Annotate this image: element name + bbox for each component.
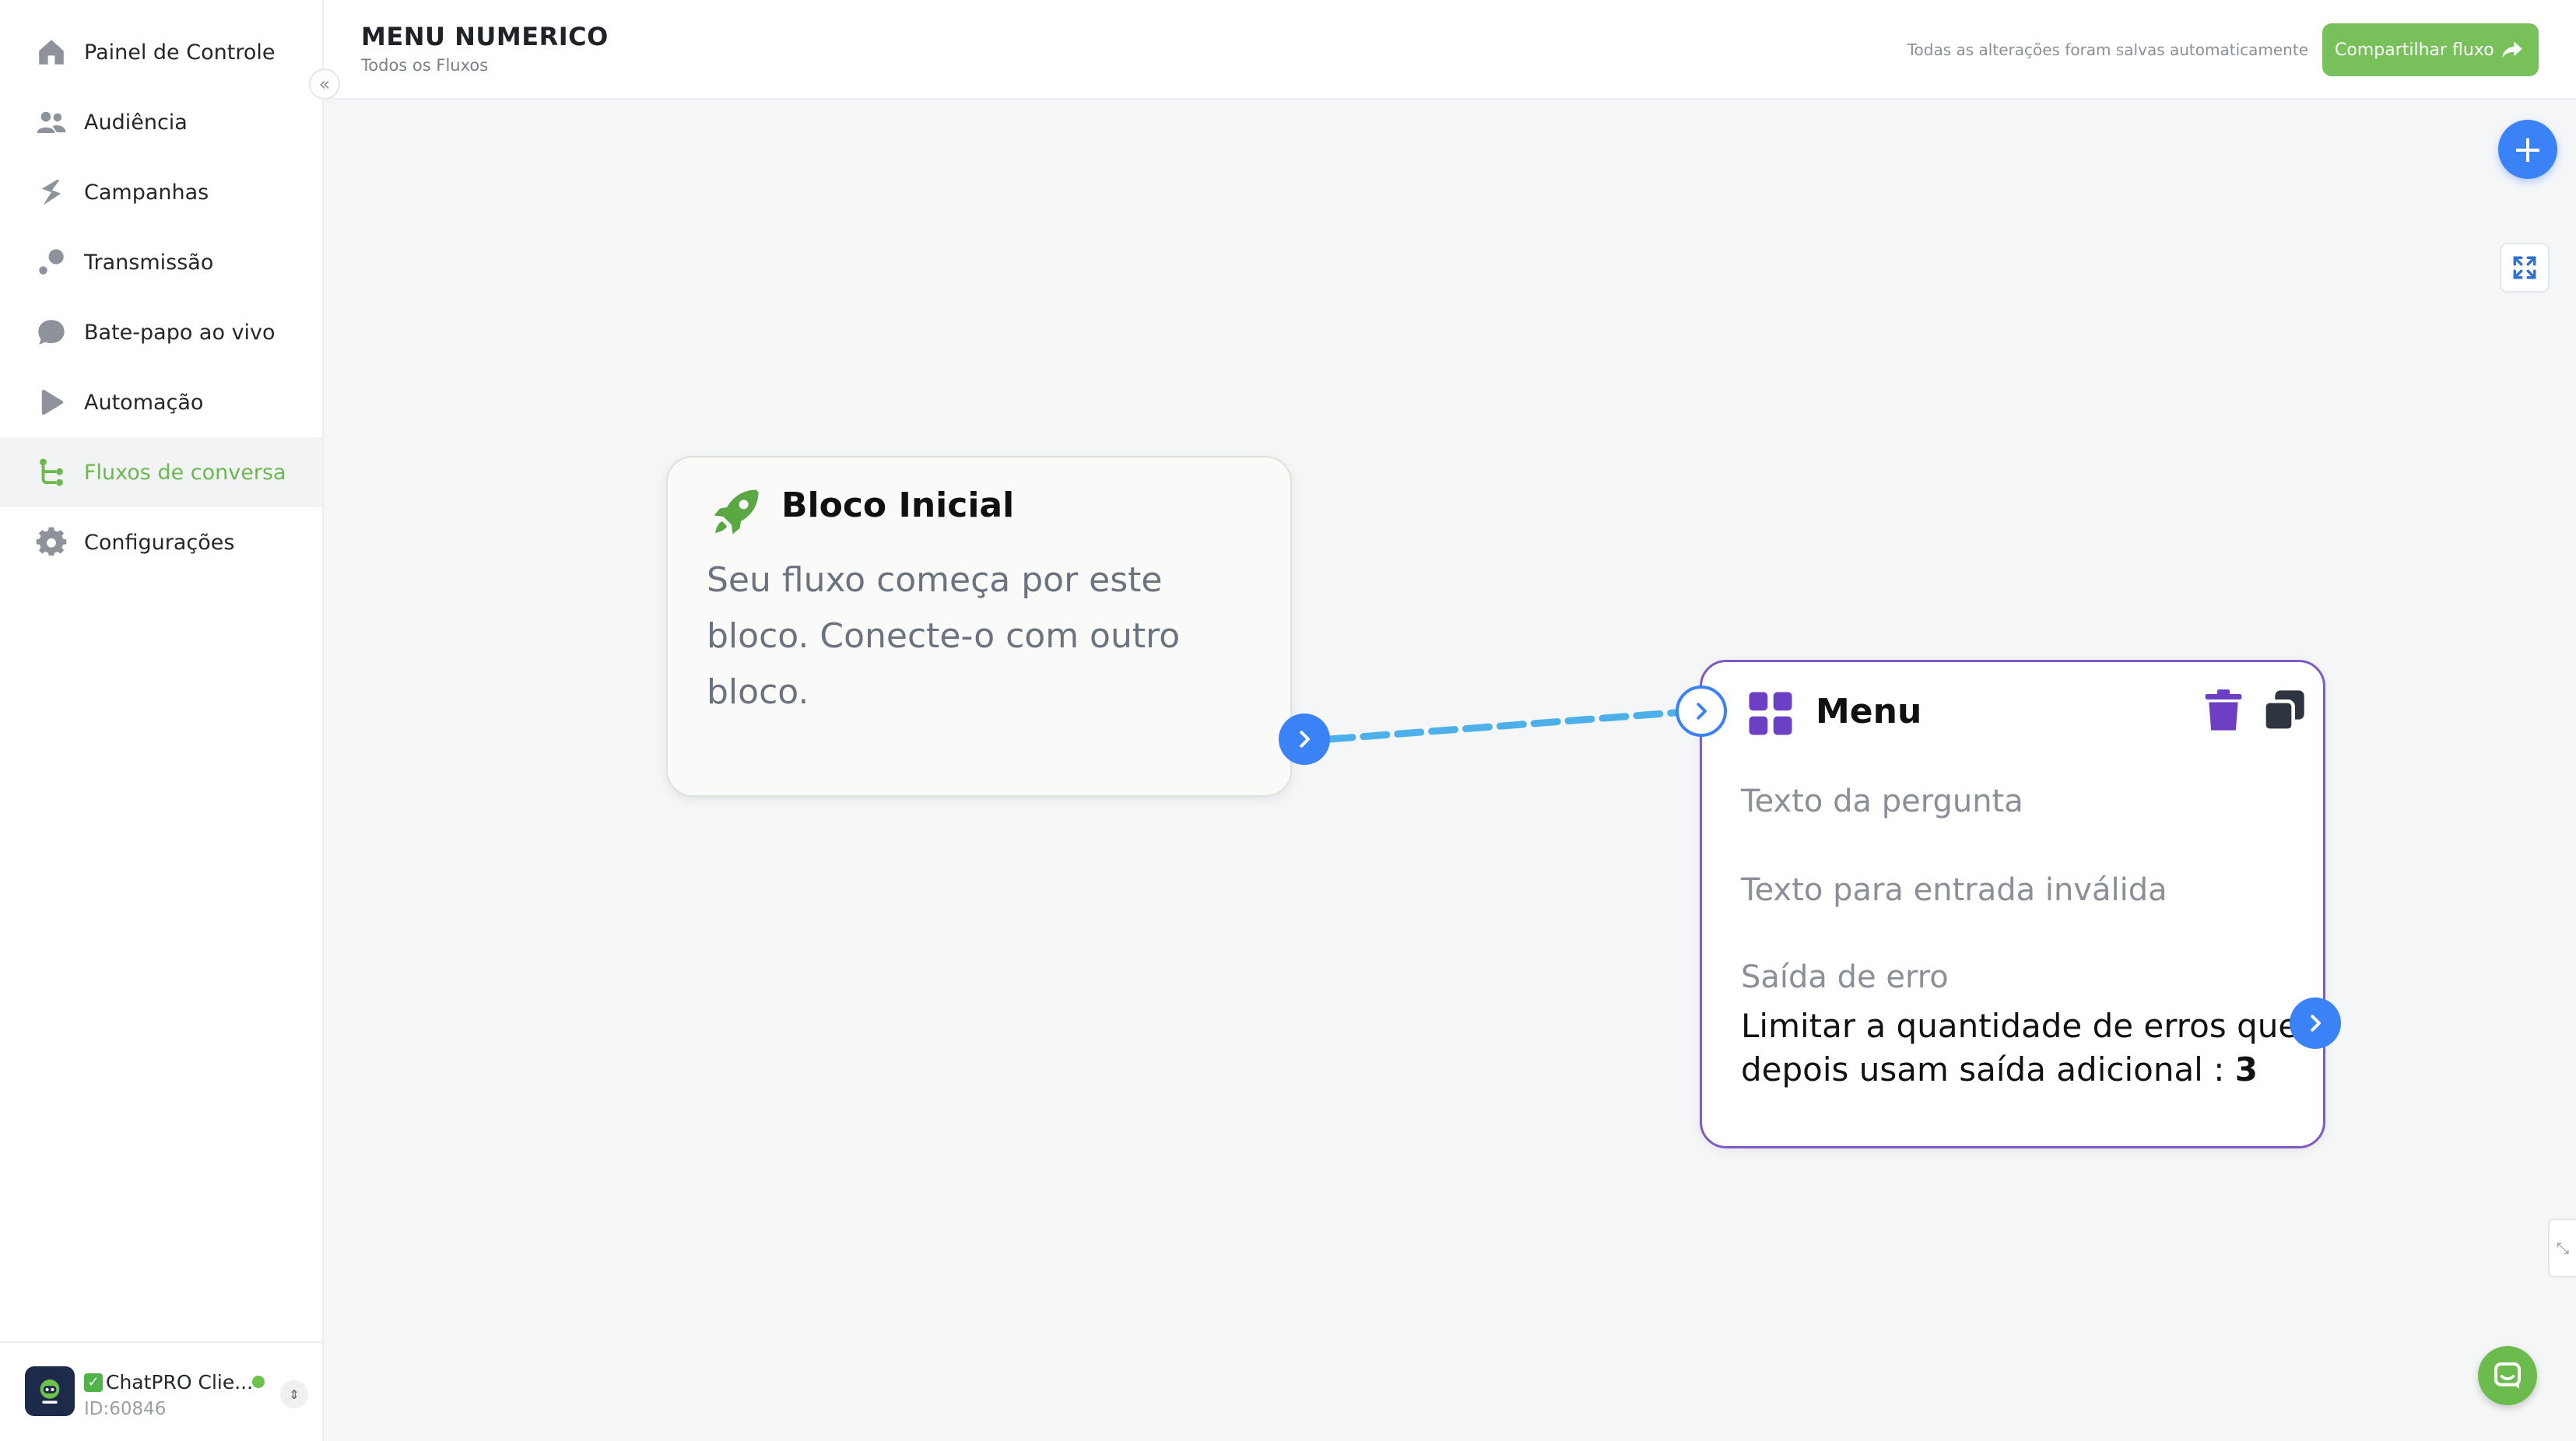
start-block-description: Seu fluxo começa por este bloco. Conecte… xyxy=(707,560,1181,712)
sidebar-collapse-button[interactable]: « xyxy=(309,68,340,100)
question-text-field[interactable]: Texto da pergunta xyxy=(1741,784,2023,819)
side-panel-toggle[interactable]: ⤡ xyxy=(2548,1218,2576,1278)
start-block[interactable]: Bloco Inicial Seu fluxo começa por este … xyxy=(666,456,1292,797)
verified-check-icon: ✓ xyxy=(84,1373,103,1392)
gear-icon xyxy=(34,525,68,559)
error-limit-description: Limitar a quantidade de erros que depois… xyxy=(1741,1007,2299,1089)
menu-block-error-output-port[interactable] xyxy=(2290,997,2341,1049)
sidebar-item-label: Campanhas xyxy=(84,180,209,205)
campaign-icon xyxy=(34,175,68,209)
share-arrow-icon xyxy=(2502,41,2522,58)
account-id: ID:60846 xyxy=(84,1399,167,1419)
broadcast-icon xyxy=(34,245,68,279)
chat-widget-icon xyxy=(2494,1362,2521,1389)
home-icon xyxy=(34,35,68,69)
automation-icon xyxy=(34,385,68,419)
sidebar-item-settings[interactable]: Configurações xyxy=(0,507,322,577)
support-chat-button[interactable] xyxy=(2478,1346,2537,1405)
menu-block-title: Menu xyxy=(1816,692,1922,731)
error-limit-text: Limitar a quantidade de erros que depois… xyxy=(1741,1004,2301,1092)
rocket-icon xyxy=(714,489,759,535)
menu-block-input-port[interactable] xyxy=(1676,685,1727,737)
chevron-right-icon xyxy=(1300,731,1310,748)
sidebar-item-label: Configurações xyxy=(84,530,235,555)
robot-logo-icon xyxy=(40,1379,60,1404)
error-exit-label: Saída de erro xyxy=(1741,959,1949,995)
fit-view-button[interactable] xyxy=(2500,243,2550,293)
start-block-output-port[interactable] xyxy=(1279,713,1330,765)
chevron-right-icon xyxy=(2311,1015,2321,1032)
sidebar-item-campaigns[interactable]: Campanhas xyxy=(0,157,322,227)
trash-icon[interactable] xyxy=(2203,689,2244,732)
users-icon xyxy=(34,105,68,139)
start-block-title: Bloco Inicial xyxy=(781,486,1015,525)
sidebar-item-automation[interactable]: Automação xyxy=(0,367,322,437)
account-name-text: ChatPRO Clie... xyxy=(106,1371,254,1394)
share-flow-label: Compartilhar fluxo xyxy=(2335,40,2494,60)
flow-icon xyxy=(34,455,68,489)
chat-icon xyxy=(34,315,68,349)
breadcrumb[interactable]: Todos os Fluxos xyxy=(361,56,488,75)
sidebar-item-label: Automação xyxy=(84,390,204,415)
sidebar-item-label: Painel de Controle xyxy=(84,40,275,65)
share-flow-button[interactable]: Compartilhar fluxo xyxy=(2322,23,2539,76)
add-block-button[interactable]: + xyxy=(2498,120,2557,179)
page-title: MENU NUMERICO xyxy=(361,22,609,51)
account-switcher[interactable]: ✓ ChatPRO Clie... ID:60846 ⇕ xyxy=(0,1341,322,1441)
sidebar-item-conversation-flows[interactable]: Fluxos de conversa xyxy=(0,437,322,507)
autosave-status: Todas as alterações foram salvas automat… xyxy=(1907,40,2308,59)
duplicate-icon[interactable] xyxy=(2262,689,2306,732)
account-name: ✓ ChatPRO Clie... xyxy=(84,1371,253,1394)
sidebar-item-label: Audiência xyxy=(84,110,188,135)
online-status-dot xyxy=(252,1376,265,1388)
avatar xyxy=(25,1366,75,1416)
invalid-input-text-field[interactable]: Texto para entrada inválida xyxy=(1741,872,2167,908)
sidebar-item-label: Bate-papo ao vivo xyxy=(84,320,275,345)
grid-menu-icon xyxy=(1749,692,1792,735)
menu-block[interactable]: Menu Texto da pergunta Texto para entrad… xyxy=(1700,660,2325,1148)
sidebar-item-live-chat[interactable]: Bate-papo ao vivo xyxy=(0,297,322,367)
sidebar-item-broadcast[interactable]: Transmissão xyxy=(0,227,322,297)
sidebar-nav: Painel de Controle Audiência Campanhas T… xyxy=(0,17,322,577)
account-switch-icon[interactable]: ⇕ xyxy=(280,1380,308,1408)
page-header: MENU NUMERICO Todos os Fluxos Todas as a… xyxy=(324,0,2576,100)
sidebar-item-dashboard[interactable]: Painel de Controle xyxy=(0,17,322,87)
sidebar-item-audience[interactable]: Audiência xyxy=(0,87,322,157)
expand-icon xyxy=(2513,256,2536,279)
error-limit-value[interactable]: 3 xyxy=(2235,1050,2258,1089)
sidebar-item-label: Transmissão xyxy=(84,250,214,275)
sidebar: Painel de Controle Audiência Campanhas T… xyxy=(0,0,324,1441)
chevron-right-icon xyxy=(1697,703,1707,720)
sidebar-item-label: Fluxos de conversa xyxy=(84,460,286,485)
